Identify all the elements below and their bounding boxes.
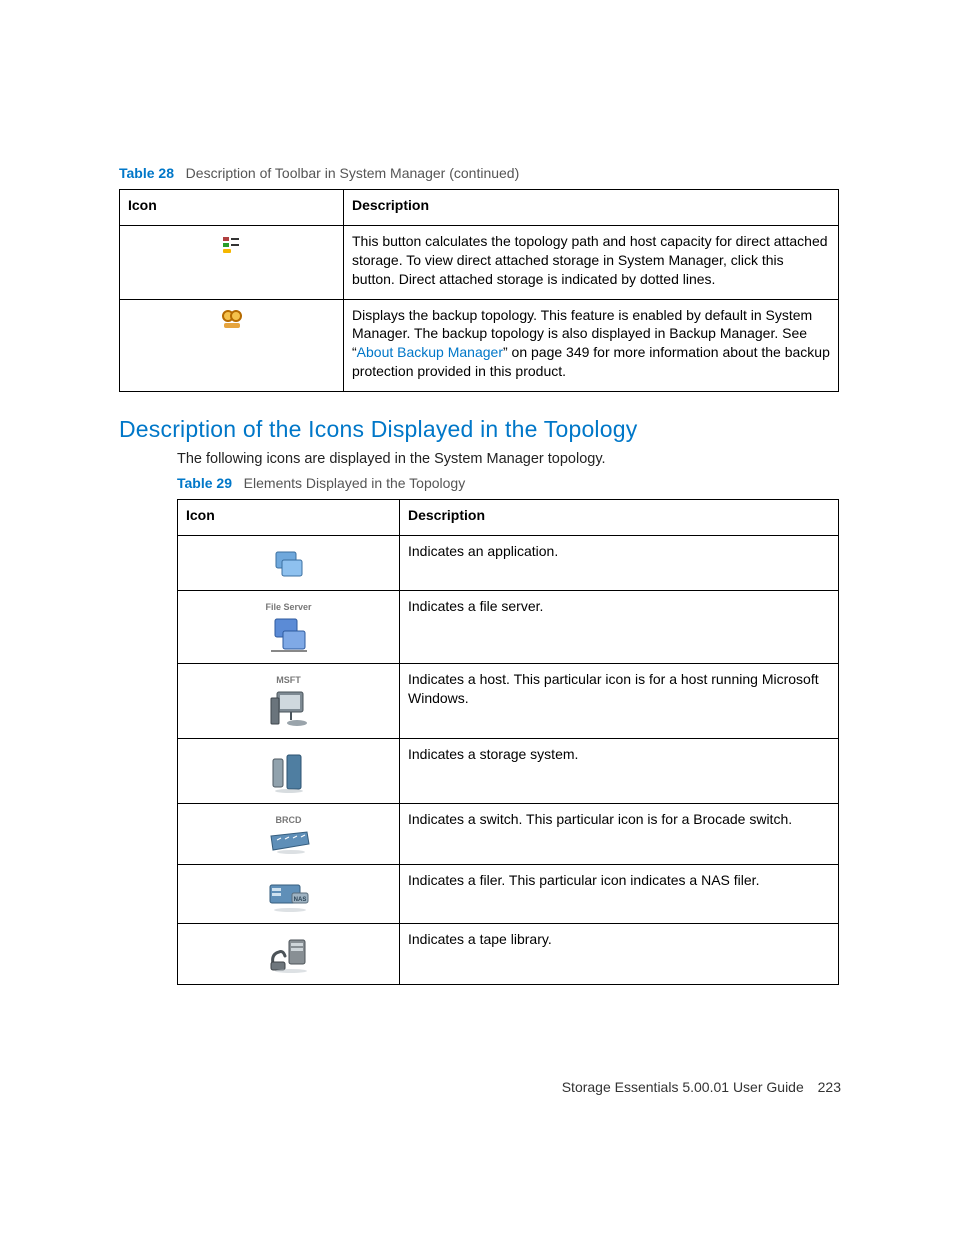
table28: Icon Description This button calculates … [119,189,839,392]
desc-cell: Indicates a storage system. [400,739,839,804]
storage-system-icon [271,753,307,793]
table-row: File Server Indicates a file server. [178,591,839,664]
icon-cell-application [178,536,400,591]
page-number: 223 [818,1079,841,1095]
table-header-row: Icon Description [178,500,839,536]
desc-cell: Indicates a tape library. [400,924,839,985]
icon-cell-tapelibrary [178,924,400,985]
table29-label: Table 29 [177,475,232,491]
table29: Icon Description Indicates an applicatio… [177,499,839,985]
icon-cell-switch: BRCD [178,804,400,865]
table-row: MSFT Indicates a host. This particular i… [178,664,839,739]
desc-cell: Indicates a filer. This particular icon … [400,865,839,924]
desc-cell: Indicates a host. This particular icon i… [400,664,839,739]
section-intro: The following icons are displayed in the… [177,451,841,467]
toolbar-backup-icon-cell [120,299,344,392]
table28-title: Description of Toolbar in System Manager… [186,165,520,181]
col-header-icon: Icon [120,190,344,226]
icon-cell-host: MSFT [178,664,400,739]
footer-text: Storage Essentials 5.00.01 User Guide [562,1079,804,1095]
desc-cell: Indicates a switch. This particular icon… [400,804,839,865]
table-row: NAS Indicates a filer. This particular i… [178,865,839,924]
table29-title: Elements Displayed in the Topology [244,475,466,491]
table28-caption: Table 28 Description of Toolbar in Syste… [119,165,841,181]
table-row: Displays the backup topology. This featu… [120,299,839,392]
svg-text:NAS: NAS [293,897,306,903]
desc-cell: Indicates an application. [400,536,839,591]
table-row: Indicates a tape library. [178,924,839,985]
toolbar-das-icon-cell [120,225,344,299]
host-label: MSFT [186,674,391,686]
table-row: This button calculates the topology path… [120,225,839,299]
switch-icon [267,830,311,854]
icon-cell-fileserver: File Server [178,591,400,664]
desc-cell: Indicates a file server. [400,591,839,664]
table29-caption: Table 29 Elements Displayed in the Topol… [177,475,841,491]
col-header-description: Description [344,190,839,226]
page-footer: Storage Essentials 5.00.01 User Guide 22… [562,1079,841,1095]
switch-label: BRCD [186,814,391,826]
filer-icon: NAS [268,879,310,913]
file-server-label: File Server [186,601,391,613]
about-backup-manager-link[interactable]: About Backup Manager [357,344,503,360]
backup-topology-icon [222,310,242,328]
table-row: Indicates an application. [178,536,839,591]
desc-cell: Displays the backup topology. This featu… [344,299,839,392]
col-header-icon: Icon [178,500,400,536]
table-row: BRCD Indicates a switch. This particular… [178,804,839,865]
icon-cell-storage [178,739,400,804]
table28-label: Table 28 [119,165,174,181]
tape-library-icon [267,938,311,974]
desc-cell: This button calculates the topology path… [344,225,839,299]
application-icon [272,550,306,580]
table-header-row: Icon Description [120,190,839,226]
file-server-icon [269,617,309,653]
calculate-topology-icon [223,236,241,254]
host-icon [269,690,309,728]
section-heading: Description of the Icons Displayed in th… [119,416,841,443]
icon-cell-filer: NAS [178,865,400,924]
col-header-description: Description [400,500,839,536]
table-row: Indicates a storage system. [178,739,839,804]
